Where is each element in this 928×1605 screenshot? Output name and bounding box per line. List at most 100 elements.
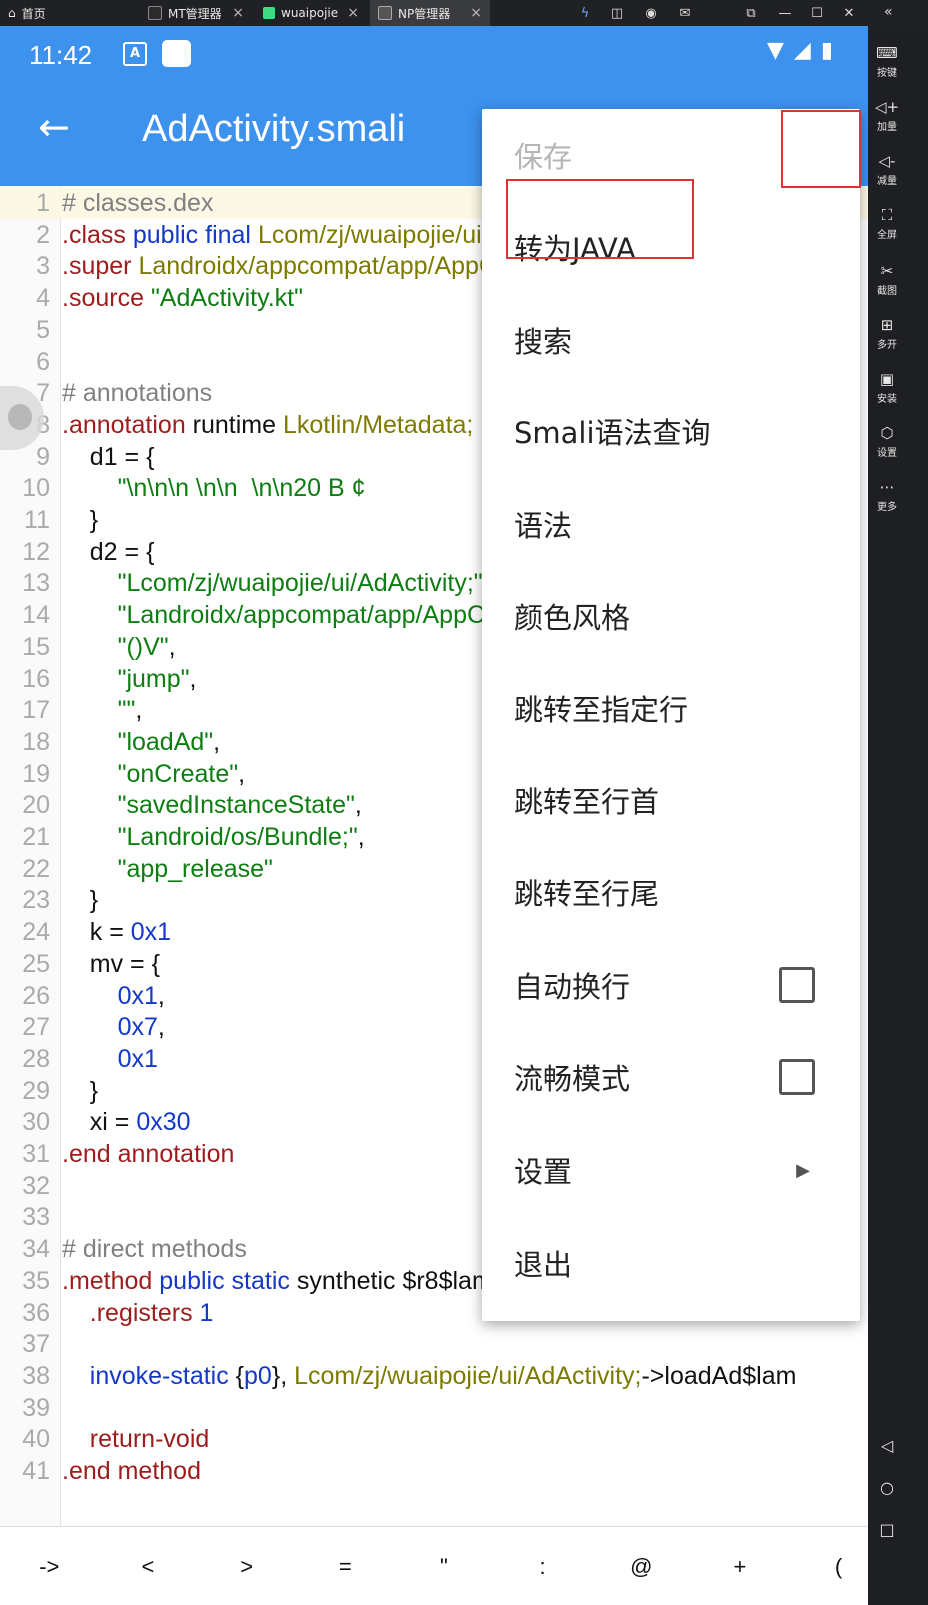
line-number: 15 [22, 632, 50, 661]
sidebar-button[interactable]: ⬡ 设置 [868, 424, 906, 459]
nav-back-icon[interactable]: ◁ [868, 1436, 906, 1455]
code-line[interactable]: 39 [0, 1392, 888, 1424]
menu-item[interactable]: 语法 [482, 478, 860, 570]
menu-item: 保存 [482, 109, 860, 201]
code-token: p0 [244, 1361, 272, 1390]
line-code: "Landroid/os/Bundle;", [62, 821, 365, 853]
volume-down-icon: ◁- [878, 152, 896, 170]
checkbox[interactable] [779, 967, 815, 1003]
symbol-key[interactable]: -> [19, 1554, 79, 1580]
back-arrow-icon[interactable]: ← [38, 108, 70, 146]
menu-item[interactable]: 搜索 [482, 294, 860, 386]
fullscreen-icon: ⛶ [881, 206, 893, 224]
sidebar-button[interactable]: ◁- 减量 [868, 152, 906, 187]
code-line[interactable]: 41 .end method [0, 1455, 888, 1487]
code-token: .method [62, 1266, 160, 1295]
phone-screen: 11:42 A ▼ ◢ ▮ ← AdActivity.smali 1 # clas… [0, 26, 888, 1605]
line-number: 16 [22, 664, 50, 693]
line-code: mv = { [62, 948, 160, 980]
symbol-key[interactable]: < [118, 1554, 178, 1580]
code-token: "Landroid/os/Bundle;" [62, 823, 358, 851]
menu-item[interactable]: 跳转至指定行 [482, 662, 860, 754]
line-number: 34 [22, 1235, 50, 1264]
code-token: , [135, 696, 143, 725]
menu-item[interactable]: 设置 ▶ [482, 1124, 860, 1216]
code-token: return-void [62, 1425, 210, 1454]
checkbox[interactable] [779, 1059, 815, 1095]
sidebar-button[interactable]: ◁+ 加量 [868, 98, 906, 133]
minimize-icon[interactable]: — [772, 0, 798, 26]
line-number: 29 [22, 1076, 50, 1105]
tab-wuaipojie[interactable]: wuaipojie × [255, 0, 367, 26]
code-line[interactable]: 40 return-void [0, 1423, 888, 1455]
sidebar-button[interactable]: ▣ 安装 [868, 370, 906, 405]
nav-recents-icon[interactable]: □ [868, 1520, 906, 1539]
tab-np-manager[interactable]: NP管理器 × [370, 0, 490, 26]
tab-home[interactable]: ⌂ 首页 [0, 0, 128, 26]
sidebar-button[interactable]: ✂ 截图 [868, 262, 906, 297]
sidebar-button[interactable]: ⊞ 多开 [868, 316, 906, 351]
signal-icon: ◢ [793, 38, 811, 63]
line-code: .end method [62, 1455, 201, 1487]
line-number: 28 [22, 1044, 50, 1073]
account-icon[interactable]: ◉ [638, 0, 664, 26]
sidebar-button[interactable]: ⛶ 全屏 [868, 206, 906, 241]
android-app-icon [263, 7, 275, 19]
close-window-icon[interactable]: ✕ [836, 0, 862, 26]
menu-item[interactable]: 退出 [482, 1217, 860, 1309]
collapse-sidebar-icon[interactable]: « [884, 4, 893, 20]
notification-square-icon [162, 40, 191, 67]
line-number: 12 [22, 537, 50, 566]
code-token: Lkotlin/Metadata; [282, 410, 474, 439]
menu-item[interactable]: 流畅模式 [482, 1031, 860, 1123]
symbol-key[interactable]: = [315, 1554, 375, 1580]
close-icon[interactable]: × [470, 5, 482, 21]
line-number: 2 [36, 220, 50, 249]
code-token: xi = [62, 1108, 137, 1137]
menu-item[interactable]: 自动换行 [482, 939, 860, 1031]
line-number: 10 [22, 474, 50, 503]
mail-icon[interactable]: ✉ [672, 0, 698, 26]
symbol-key[interactable]: + [710, 1554, 770, 1580]
code-token: } [62, 886, 99, 915]
performance-icon[interactable]: ϟ [572, 0, 598, 26]
close-icon[interactable]: × [347, 5, 359, 21]
sidebar-label: 更多 [877, 502, 897, 513]
symbol-key[interactable]: " [414, 1554, 474, 1580]
menu-item[interactable]: 跳转至行首 [482, 754, 860, 846]
line-code: d2 = { [62, 536, 155, 568]
code-token: "" [62, 696, 136, 725]
line-number: 32 [22, 1171, 50, 1200]
np-app-icon [378, 6, 392, 20]
code-token: 0x30 [136, 1108, 191, 1137]
menu-item-label: 转为JAVA [514, 232, 636, 266]
tab-mt-manager[interactable]: MT管理器 × [140, 0, 252, 26]
nav-home-icon[interactable]: ○ [868, 1478, 906, 1497]
sidebar-button[interactable]: ⋯ 更多 [868, 478, 906, 513]
symbol-key[interactable]: > [217, 1554, 277, 1580]
code-token: , [168, 632, 176, 661]
sidebar-label: 全屏 [877, 230, 897, 241]
code-token: , [213, 727, 221, 756]
menu-item[interactable]: 颜色风格 [482, 570, 860, 662]
wifi-icon: ▼ [767, 38, 784, 63]
restore-icon[interactable]: ⧉ [738, 0, 764, 26]
menu-item[interactable]: 转为JAVA [482, 201, 860, 293]
menu-item[interactable]: 跳转至行尾 [482, 846, 860, 938]
symbol-key[interactable]: @ [611, 1554, 671, 1580]
code-line[interactable]: 37 [0, 1328, 888, 1360]
close-icon[interactable]: × [232, 5, 244, 21]
line-code: } [62, 504, 98, 536]
sidebar-button[interactable]: ⌨ 按键 [868, 44, 906, 79]
line-code: "()V", [62, 631, 176, 663]
menu-item[interactable]: Smali语法查询 [482, 385, 860, 477]
line-code: # direct methods [62, 1233, 247, 1265]
gamepad-icon[interactable]: ◫ [604, 0, 630, 26]
code-line[interactable]: 38 invoke-static {p0}, Lcom/zj/wuaipojie… [0, 1360, 888, 1392]
symbol-key[interactable]: : [513, 1554, 573, 1580]
code-token: 1 [199, 1298, 214, 1327]
line-number: 19 [22, 759, 50, 788]
maximize-icon[interactable]: ☐ [804, 0, 830, 26]
menu-item-label: 跳转至指定行 [514, 693, 689, 727]
symbol-key[interactable]: ( [809, 1554, 869, 1580]
